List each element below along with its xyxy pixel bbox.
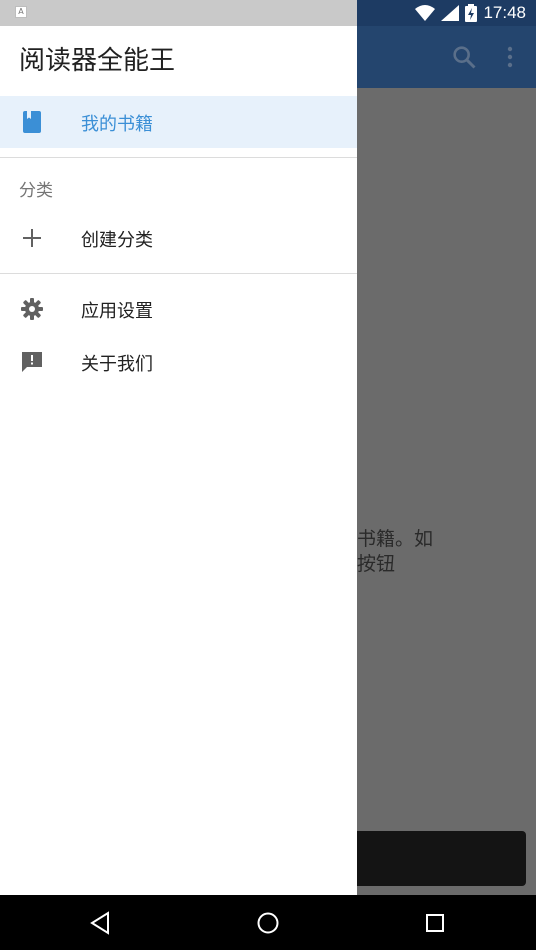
plus-icon [23, 229, 41, 247]
nav-item-create-category[interactable]: 创建分类 [0, 212, 357, 264]
notification-app-icon: A [15, 6, 27, 18]
snackbar [330, 831, 526, 886]
empty-text-line-2: 按钮 [357, 553, 396, 575]
wifi-icon [415, 5, 436, 21]
divider [0, 157, 357, 158]
empty-state-text: 书籍。如 按钮 [357, 527, 527, 577]
home-icon[interactable] [255, 910, 281, 936]
section-label-category: 分类 [19, 181, 53, 201]
status-icons: 17:48 [415, 0, 526, 26]
nav-label-app-settings: 应用设置 [81, 301, 153, 322]
status-time: 17:48 [483, 3, 526, 22]
nav-label-my-books: 我的书籍 [81, 114, 153, 135]
system-navigation-bar [0, 895, 536, 950]
recents-icon[interactable] [422, 910, 448, 936]
search-icon[interactable] [450, 43, 478, 71]
signal-icon [441, 5, 460, 21]
empty-text-line-1: 书籍。如 [357, 528, 434, 550]
nav-item-app-settings[interactable]: 应用设置 [0, 283, 357, 335]
feedback-icon [22, 352, 42, 372]
navigation-drawer: 阅读器全能王 我的书籍 分类 创建分类 应用设置 关于我们 [0, 26, 357, 895]
drawer-title: 阅读器全能王 [19, 46, 176, 76]
battery-icon [465, 4, 478, 22]
divider [0, 273, 357, 274]
status-bar-drawer-overlay: A [0, 0, 357, 26]
status-bar: A 17:48 [0, 0, 536, 26]
more-options-icon[interactable] [496, 43, 524, 71]
nav-item-my-books[interactable]: 我的书籍 [0, 96, 357, 148]
book-icon [23, 111, 41, 133]
gear-icon [21, 298, 43, 320]
nav-label-create-category: 创建分类 [81, 230, 153, 251]
nav-label-about-us: 关于我们 [81, 354, 153, 375]
back-icon[interactable] [88, 910, 114, 936]
nav-item-about-us[interactable]: 关于我们 [0, 336, 357, 388]
